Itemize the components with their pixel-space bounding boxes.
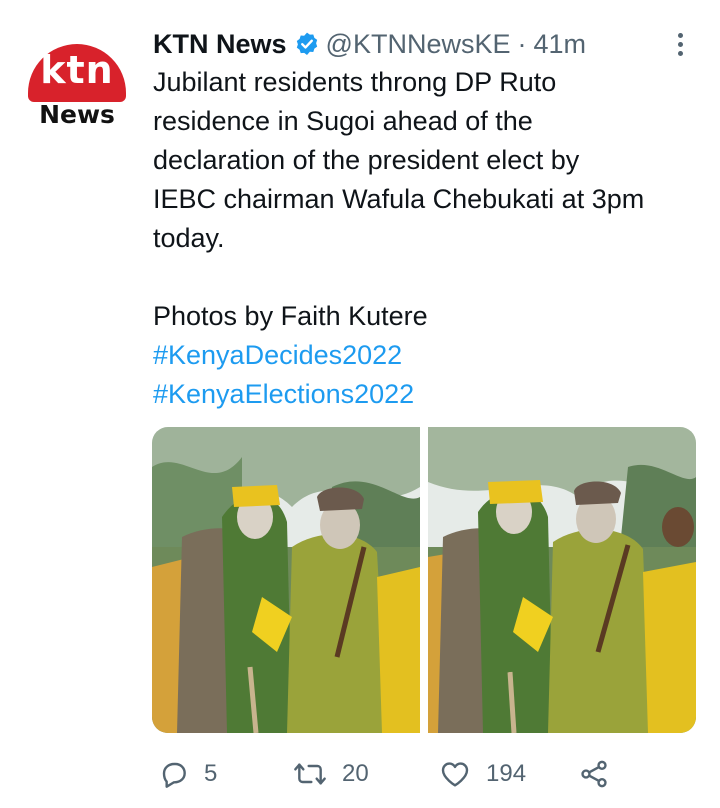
tweet-text-line: IEBC chairman Wafula Chebukati at 3pm [153,184,645,214]
author-handle[interactable]: @KTNNewsKE [326,29,511,60]
tweet-text-spacer [153,258,703,297]
retweet-count: 20 [342,760,369,787]
share-button[interactable] [578,752,610,796]
tweet-actions: 5 20 194 [150,752,630,796]
heart-icon [438,758,472,790]
retweet-icon [292,758,328,790]
tweet-text-line: today. [153,223,225,253]
tweet-text: Jubilant residents throng DP Ruto reside… [153,63,703,414]
author-name[interactable]: KTN News [153,29,287,60]
header-separator: · [517,28,527,59]
tweet-header: KTN News @KTNNewsKE · 41m [153,28,586,60]
tweet-photo-1[interactable] [152,427,420,733]
more-vertical-icon[interactable] [668,28,692,60]
retweet-button[interactable]: 20 [292,752,369,796]
hashtag-link[interactable]: #KenyaDecides2022 [153,336,703,375]
hashtag-link[interactable]: #KenyaElections2022 [153,375,703,414]
reply-button[interactable]: 5 [158,752,217,796]
reply-count: 5 [204,760,218,787]
tweet-text-line: Jubilant residents throng DP Ruto [153,67,557,97]
reply-icon [158,758,190,790]
photo-credit: Photos by Faith Kutere [153,301,428,331]
tweet-timestamp[interactable]: 41m [533,29,586,60]
share-icon [578,758,610,790]
avatar-ktn-text: ktn [40,48,114,92]
avatar-news-text: News [39,100,115,129]
tweet-media [152,427,696,733]
verified-badge-icon [294,31,320,57]
like-button[interactable]: 194 [438,752,526,796]
author-avatar[interactable]: ktn News [24,40,130,146]
like-count: 194 [486,760,527,787]
tweet-photo-2[interactable] [428,427,696,733]
tweet-text-line: residence in Sugoi ahead of the [153,106,533,136]
tweet-text-line: declaration of the president elect by [153,145,580,175]
